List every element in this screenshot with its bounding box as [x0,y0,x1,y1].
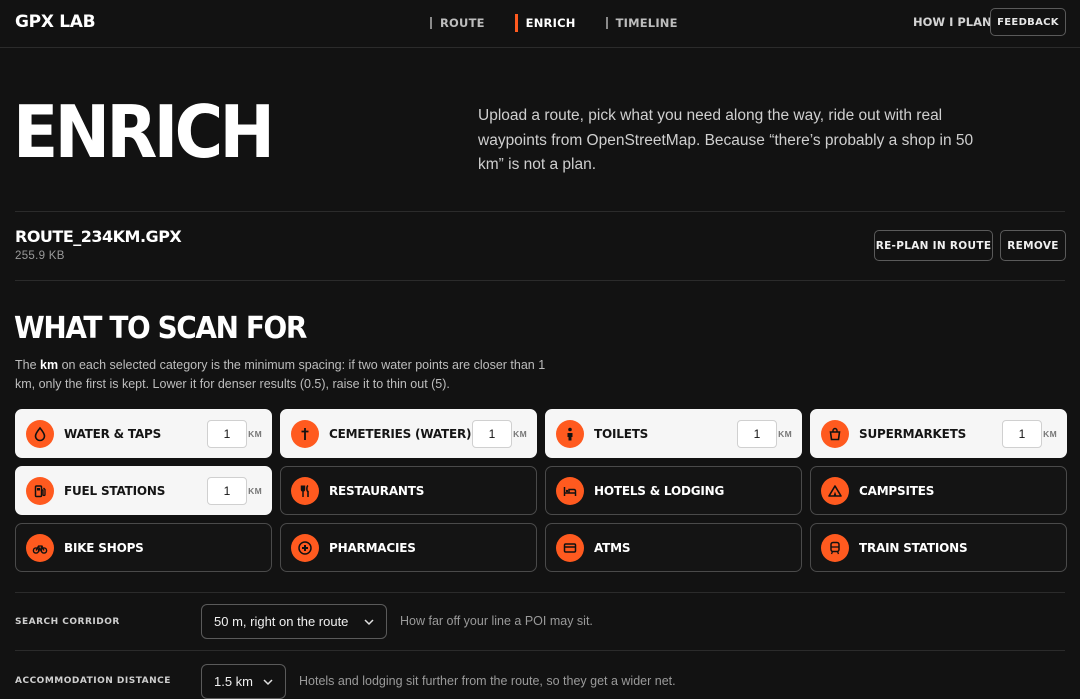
category-label: RESTAURANTS [329,483,425,498]
file-name: ROUTE_234KM.GPX [15,227,182,246]
cross-icon [291,419,319,448]
category-restaurants[interactable]: RESTAURANTS [280,466,537,515]
replan-in-route-button[interactable]: RE-PLAN IN ROUTE [874,230,993,261]
category-water-taps[interactable]: WATER & TAPS 1 KM [15,409,272,458]
remove-file-button[interactable]: REMOVE [1000,230,1066,261]
km-spacing-input[interactable]: 1 [1002,420,1042,448]
category-fuel-stations[interactable]: FUEL STATIONS 1 KM [15,466,272,515]
water-drop-icon [26,419,54,448]
chevron-down-icon [263,679,273,686]
page-description: Upload a route, pick what you need along… [478,107,974,173]
km-unit: KM [1043,429,1057,439]
brand-logo[interactable]: GPX LAB [15,12,96,32]
km-unit: KM [248,486,262,496]
tab-timeline-label: TIMELINE [615,16,678,30]
page-title: ENRICH [13,90,275,174]
fuel-pump-icon [26,476,54,505]
tent-icon [821,476,849,505]
category-label: SUPERMARKETS [859,426,967,441]
accommodation-distance-select[interactable]: 1.5 km [201,664,286,699]
section-description: The km on each selected category is the … [15,356,560,394]
category-label: WATER & TAPS [64,426,162,441]
file-size: 255.9 KB [15,250,65,262]
category-campsites[interactable]: CAMPSITES [810,466,1067,515]
km-spacing-input[interactable]: 1 [472,420,512,448]
bed-icon [556,476,584,505]
category-pharmacies[interactable]: PHARMACIES [280,523,537,572]
person-icon [556,419,584,448]
category-train-stations[interactable]: TRAIN STATIONS [810,523,1067,572]
category-supermarkets[interactable]: SUPERMARKETS 1 KM [810,409,1067,458]
category-label: HOTELS & LODGING [594,483,725,498]
chevron-down-icon [364,619,374,626]
km-unit: KM [513,429,527,439]
section-title: WHAT TO SCAN FOR [14,311,307,346]
tab-enrich-label: ENRICH [525,16,576,30]
search-corridor-select[interactable]: 50 m, right on the route [201,604,387,639]
desc-bold-km: km [40,358,59,372]
card-icon [556,533,584,562]
desc-suffix: on each selected category is the minimum… [15,358,546,391]
basket-icon [821,419,849,448]
search-corridor-label: SEARCH CORRIDOR [15,617,120,627]
how-i-plan-link[interactable]: HOW I PLAN [913,15,992,29]
km-spacing-input[interactable]: 1 [737,420,777,448]
category-label: CAMPSITES [859,483,935,498]
category-label: FUEL STATIONS [64,483,166,498]
search-corridor-value: 50 m, right on the route [214,614,349,629]
divider [15,280,1065,281]
category-label: ATMS [594,540,631,555]
category-atms[interactable]: ATMS [545,523,802,572]
divider [15,650,1065,651]
divider [15,211,1065,212]
category-cemeteries-water[interactable]: CEMETERIES (WATER) 1 KM [280,409,537,458]
train-icon [821,533,849,562]
tab-timeline[interactable]: TIMELINE [605,14,678,32]
tab-route[interactable]: ROUTE [430,14,485,32]
category-label: BIKE SHOPS [64,540,144,555]
category-grid: WATER & TAPS 1 KM CEMETERIES (WATER) 1 K… [15,409,1067,572]
category-label: TOILETS [594,426,649,441]
nav-tabs: ROUTE ENRICH TIMELINE [430,14,708,32]
accommodation-distance-label: ACCOMMODATION DISTANCE [15,676,171,686]
km-unit: KM [778,429,792,439]
bicycle-icon [26,533,54,562]
category-label: TRAIN STATIONS [859,540,968,555]
km-spacing-input[interactable]: 1 [207,420,247,448]
search-corridor-hint: How far off your line a POI may sit. [400,614,593,628]
category-bike-shops[interactable]: BIKE SHOPS [15,523,272,572]
feedback-button[interactable]: FEEDBACK [990,8,1066,36]
tab-enrich[interactable]: ENRICH [514,14,576,32]
category-label: CEMETERIES (WATER) [329,426,472,441]
desc-prefix: The [15,358,37,372]
top-navigation-bar: GPX LAB ROUTE ENRICH TIMELINE HOW I PLAN… [0,0,1080,48]
category-toilets[interactable]: TOILETS 1 KM [545,409,802,458]
tab-route-label: ROUTE [440,16,485,30]
accommodation-distance-value: 1.5 km [214,674,254,689]
category-label: PHARMACIES [329,540,416,555]
divider [15,592,1065,593]
cutlery-icon [291,476,319,505]
km-spacing-input[interactable]: 1 [207,477,247,505]
category-hotels-lodging[interactable]: HOTELS & LODGING [545,466,802,515]
medical-cross-icon [291,533,319,562]
accommodation-distance-hint: Hotels and lodging sit further from the … [299,674,676,688]
km-unit: KM [248,429,262,439]
